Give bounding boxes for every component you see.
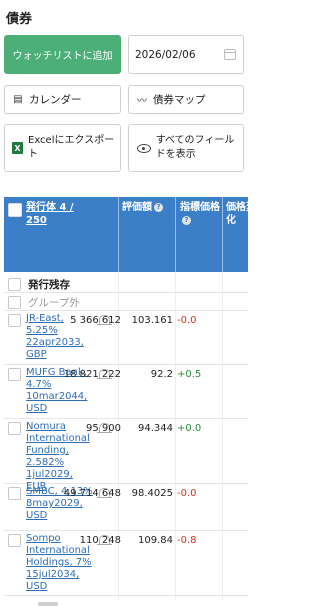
price-cell: 103.161 [131,315,173,326]
valuation-cell: 5 366 612 [70,315,121,326]
valuation-cell: 110 248 [79,535,121,546]
price-cell: 109.84 [138,535,173,546]
change-cell: +0.5 [177,369,202,380]
bond-map-button-label: 債券マップ [153,94,206,106]
valuation-cell: 95 900 [86,423,121,434]
row-checkbox[interactable] [8,422,21,435]
trend-chart-icon: 〰 [137,96,147,107]
change-cell: -0.8 [177,535,197,546]
price-cell: 94.344 [138,423,173,434]
export-excel-button[interactable]: X Excelにエクスポート [4,124,121,172]
table-row[interactable]: Nomura International Funding, 2.582% 1ju… [4,419,248,492]
column-divider [222,197,223,272]
group-row[interactable]: 発行残存 [4,275,248,293]
row-checkbox[interactable] [8,314,21,327]
calendar-button-label: カレンダー [29,94,82,106]
column-divider [175,197,176,272]
show-all-fields-label: すべてのフィールドを表示 [155,135,235,160]
page-title: 債券 [6,12,33,27]
eye-icon [137,143,151,153]
column-header-change[interactable]: 価格変化 [226,201,248,227]
column-header-valuation[interactable]: 評価額? [122,201,163,214]
change-cell: -0.0 [177,488,197,499]
bond-map-button[interactable]: 〰 債券マップ [128,85,244,114]
date-value: 2026/02/06 [135,48,196,61]
row-checkbox[interactable] [8,368,21,381]
change-cell: +0.0 [177,423,202,434]
table-row[interactable]: SMBC, 4.13% 8may2029, USD 49 714 648 98.… [4,484,248,531]
export-excel-label: Excelにエクスポート [28,135,115,160]
calendar-icon: ▤ [13,94,23,105]
row-checkbox[interactable] [8,296,21,309]
help-icon[interactable]: ? [182,216,191,225]
calendar-button[interactable]: ▤ カレンダー [4,85,121,114]
excel-icon: X [12,142,23,154]
table-row[interactable]: Sompo International Holdings, 7% 15jul20… [4,531,248,596]
valuation-cell: 49 714 648 [63,488,121,499]
column-divider [118,197,119,272]
bonds-table: 発行体 4 / 250 評価額? 指標価格? 価格変化 発行残存 グループ外 J… [4,197,248,600]
group-label: 発行残存 [28,279,70,291]
add-to-watchlist-button[interactable]: ウォッチリストに追加 [4,35,121,74]
table-header: 発行体 4 / 250 評価額? 指標価格? 価格変化 [4,197,248,272]
valuation-header-label: 評価額 [122,202,152,213]
group-row[interactable]: グループ外 [4,293,248,311]
date-input[interactable]: 2026/02/06 [128,35,244,74]
select-all-checkbox[interactable] [8,203,22,217]
price-cell: 98.4025 [131,488,173,499]
help-icon[interactable]: ? [154,203,163,212]
horizontal-scrollbar[interactable] [38,602,58,606]
row-checkbox[interactable] [8,487,21,500]
valuation-cell: 18 821 222 [63,369,121,380]
change-cell: -0.0 [177,315,197,326]
row-checkbox[interactable] [8,278,21,291]
column-header-indicative-price[interactable]: 指標価格? [180,201,222,227]
table-row[interactable]: JR-East, 5.25% 22apr2033, GBP 5 366 612 … [4,311,248,365]
indicative-price-header-label: 指標価格 [180,202,220,213]
table-row[interactable]: MUFG Bank, 4.7% 10mar2044, USD 18 821 22… [4,365,248,419]
row-checkbox[interactable] [8,534,21,547]
price-cell: 92.2 [150,369,173,380]
column-header-issuer[interactable]: 発行体 4 / 250 [26,201,96,227]
group-sub-label: グループ外 [28,297,80,309]
calendar-icon[interactable] [224,49,236,60]
show-all-fields-button[interactable]: すべてのフィールドを表示 [128,124,244,172]
